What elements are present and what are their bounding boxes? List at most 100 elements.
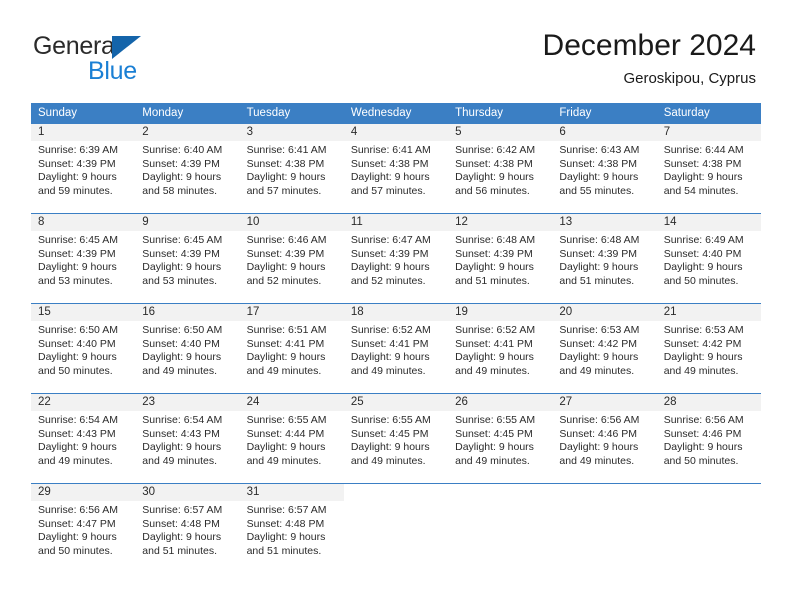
calendar-day-cell[interactable]: 28 Sunrise: 6:56 AM Sunset: 4:46 PM Dayligh… (656, 394, 761, 483)
sunrise-text: Sunrise: 6:47 AM (350, 234, 431, 246)
calendar-day-cell[interactable]: 5 Sunrise: 6:42 AM Sunset: 4:38 PM Daylight… (448, 124, 553, 213)
calendar-day-cell[interactable]: 17 Sunrise: 6:51 AM Sunset: 4:41 PM Dayligh… (239, 304, 344, 393)
calendar-day-cell-empty (656, 484, 761, 573)
sunrise-text: Sunrise: 6:45 AM (38, 234, 118, 246)
page-title: December 2024 (542, 29, 756, 62)
calendar-day-cell[interactable]: 25 Sunrise: 6:55 AM Sunset: 4:45 PM Dayligh… (343, 394, 449, 483)
day-sun-info: Sunrise: 6:53 AM Sunset: 4:42 PM Daylight:… (657, 321, 761, 378)
calendar-day-cell[interactable]: 4 Sunrise: 6:41 AM Sunset: 4:38 PM Daylight… (343, 124, 449, 213)
daylight-text-line2: and 51 minutes. (559, 274, 635, 287)
calendar-day-cell[interactable]: 30 Sunrise: 6:57 AM Sunset: 4:48 PM Dayligh… (135, 484, 240, 573)
calendar-day-cell[interactable]: 2 Sunrise: 6:40 AM Sunset: 4:39 PM Daylight… (135, 124, 240, 213)
daylight-text-line1: Daylight: 9 hours (38, 351, 117, 364)
sunrise-text: Sunrise: 6:56 AM (663, 414, 744, 426)
daylight-text-line1: Daylight: 9 hours (559, 441, 639, 454)
sunset-text: Sunset: 4:43 PM (142, 427, 220, 440)
page-header: General Blue December 2024 Geroskipou, C… (0, 0, 792, 103)
daylight-text-line2: and 49 minutes. (38, 454, 113, 467)
logo-triangle-icon (112, 36, 141, 59)
day-sun-info (344, 501, 448, 504)
calendar-day-cell[interactable]: 26 Sunrise: 6:55 AM Sunset: 4:45 PM Dayligh… (448, 394, 553, 483)
sunset-text: Sunset: 4:38 PM (350, 157, 429, 170)
daylight-text-line1: Daylight: 9 hours (350, 171, 430, 184)
daylight-text-line1: Daylight: 9 hours (38, 531, 117, 544)
calendar-day-cell[interactable]: 23 Sunrise: 6:54 AM Sunset: 4:43 PM Dayligh… (135, 394, 240, 483)
calendar-day-cell[interactable]: 16 Sunrise: 6:50 AM Sunset: 4:40 PM Dayligh… (135, 304, 240, 393)
calendar-day-cell[interactable]: 21 Sunrise: 6:53 AM Sunset: 4:42 PM Dayligh… (656, 304, 761, 393)
sunset-text: Sunset: 4:38 PM (455, 157, 533, 170)
sunset-text: Sunset: 4:44 PM (246, 427, 325, 440)
calendar-day-cell[interactable]: 10 Sunrise: 6:46 AM Sunset: 4:39 PM Dayligh… (239, 214, 344, 303)
calendar-day-cell[interactable]: 1 Sunrise: 6:39 AM Sunset: 4:39 PM Daylight… (31, 124, 136, 213)
daylight-text-line1: Daylight: 9 hours (142, 531, 222, 544)
day-number: 31 (239, 484, 344, 501)
calendar-week-row: 1 Sunrise: 6:39 AM Sunset: 4:39 PM Daylight… (31, 124, 761, 213)
calendar-weeks: 1 Sunrise: 6:39 AM Sunset: 4:39 PM Daylight… (31, 124, 761, 573)
calendar-day-cell[interactable]: 8 Sunrise: 6:45 AM Sunset: 4:39 PM Daylight… (31, 214, 136, 303)
day-sun-info (448, 501, 552, 504)
sunset-text: Sunset: 4:45 PM (350, 427, 429, 440)
day-sun-info: Sunrise: 6:52 AM Sunset: 4:41 PM Daylight:… (448, 321, 552, 378)
calendar-day-cell[interactable]: 22 Sunrise: 6:54 AM Sunset: 4:43 PM Dayligh… (31, 394, 136, 483)
calendar-day-cell[interactable]: 31 Sunrise: 6:57 AM Sunset: 4:48 PM Dayligh… (239, 484, 344, 573)
logo-text-general: General (33, 32, 120, 60)
day-sun-info: Sunrise: 6:50 AM Sunset: 4:40 PM Daylight:… (31, 321, 135, 378)
day-number: 28 (656, 394, 761, 411)
day-number: 15 (31, 304, 136, 321)
calendar-day-cell[interactable]: 12 Sunrise: 6:48 AM Sunset: 4:39 PM Dayligh… (448, 214, 553, 303)
calendar-day-cell[interactable]: 19 Sunrise: 6:52 AM Sunset: 4:41 PM Dayligh… (448, 304, 553, 393)
daylight-text-line1: Daylight: 9 hours (663, 351, 743, 364)
day-sun-info: Sunrise: 6:54 AM Sunset: 4:43 PM Daylight:… (31, 411, 135, 468)
day-number (448, 484, 553, 501)
calendar-day-cell[interactable]: 11 Sunrise: 6:47 AM Sunset: 4:39 PM Dayligh… (343, 214, 449, 303)
sunrise-text: Sunrise: 6:51 AM (246, 324, 327, 336)
calendar-day-cell[interactable]: 15 Sunrise: 6:50 AM Sunset: 4:40 PM Dayligh… (31, 304, 136, 393)
calendar-day-cell[interactable]: 24 Sunrise: 6:55 AM Sunset: 4:44 PM Dayligh… (239, 394, 344, 483)
daylight-text-line2: and 57 minutes. (246, 184, 322, 197)
daylight-text-line2: and 49 minutes. (455, 454, 530, 467)
daylight-text-line2: and 49 minutes. (663, 364, 739, 377)
day-sun-info: Sunrise: 6:44 AM Sunset: 4:38 PM Daylight:… (657, 141, 761, 198)
calendar-day-cell[interactable]: 20 Sunrise: 6:53 AM Sunset: 4:42 PM Dayligh… (552, 304, 657, 393)
calendar-day-cell[interactable]: 29 Sunrise: 6:56 AM Sunset: 4:47 PM Dayligh… (31, 484, 136, 573)
sunset-text: Sunset: 4:38 PM (559, 157, 638, 170)
sunrise-text: Sunrise: 6:53 AM (663, 324, 744, 336)
daylight-text-line2: and 53 minutes. (38, 274, 113, 287)
day-sun-info: Sunrise: 6:53 AM Sunset: 4:42 PM Daylight:… (552, 321, 656, 378)
day-number: 7 (656, 124, 761, 141)
daylight-text-line2: and 50 minutes. (38, 544, 113, 557)
calendar-day-cell[interactable]: 9 Sunrise: 6:45 AM Sunset: 4:39 PM Daylight… (135, 214, 240, 303)
day-number: 17 (239, 304, 344, 321)
sunset-text: Sunset: 4:40 PM (38, 337, 116, 350)
calendar-day-cell[interactable]: 14 Sunrise: 6:49 AM Sunset: 4:40 PM Dayligh… (656, 214, 761, 303)
calendar-day-cell[interactable]: 7 Sunrise: 6:44 AM Sunset: 4:38 PM Daylight… (656, 124, 761, 213)
sunrise-text: Sunrise: 6:41 AM (350, 144, 431, 156)
day-sun-info: Sunrise: 6:57 AM Sunset: 4:48 PM Daylight:… (240, 501, 344, 558)
sunset-text: Sunset: 4:39 PM (559, 247, 638, 260)
sunrise-text: Sunrise: 6:44 AM (663, 144, 744, 156)
day-sun-info (552, 501, 656, 504)
calendar-day-cell[interactable]: 13 Sunrise: 6:48 AM Sunset: 4:39 PM Dayligh… (552, 214, 657, 303)
calendar-day-cell[interactable]: 18 Sunrise: 6:52 AM Sunset: 4:41 PM Dayligh… (343, 304, 449, 393)
sunrise-text: Sunrise: 6:41 AM (246, 144, 327, 156)
calendar-day-cell[interactable]: 27 Sunrise: 6:56 AM Sunset: 4:46 PM Dayligh… (552, 394, 657, 483)
day-sun-info: Sunrise: 6:41 AM Sunset: 4:38 PM Daylight:… (344, 141, 448, 198)
daylight-text-line1: Daylight: 9 hours (38, 261, 117, 274)
day-sun-info: Sunrise: 6:50 AM Sunset: 4:40 PM Daylight:… (135, 321, 239, 378)
daylight-text-line2: and 56 minutes. (455, 184, 530, 197)
day-number: 8 (31, 214, 136, 231)
general-blue-logo[interactable]: General Blue (33, 32, 243, 84)
calendar-day-cell[interactable]: 3 Sunrise: 6:41 AM Sunset: 4:38 PM Daylight… (239, 124, 344, 213)
day-sun-info: Sunrise: 6:48 AM Sunset: 4:39 PM Daylight:… (552, 231, 656, 288)
sunrise-text: Sunrise: 6:54 AM (38, 414, 118, 426)
sunset-text: Sunset: 4:45 PM (455, 427, 533, 440)
calendar-day-cell[interactable]: 6 Sunrise: 6:43 AM Sunset: 4:38 PM Daylight… (552, 124, 657, 213)
sunrise-text: Sunrise: 6:57 AM (246, 504, 327, 516)
calendar-day-cell-empty (448, 484, 553, 573)
day-sun-info: Sunrise: 6:40 AM Sunset: 4:39 PM Daylight:… (135, 141, 239, 198)
sunrise-text: Sunrise: 6:50 AM (142, 324, 223, 336)
day-number: 4 (343, 124, 449, 141)
daylight-text-line2: and 49 minutes. (142, 364, 217, 377)
day-number: 23 (135, 394, 240, 411)
daylight-text-line1: Daylight: 9 hours (559, 261, 639, 274)
